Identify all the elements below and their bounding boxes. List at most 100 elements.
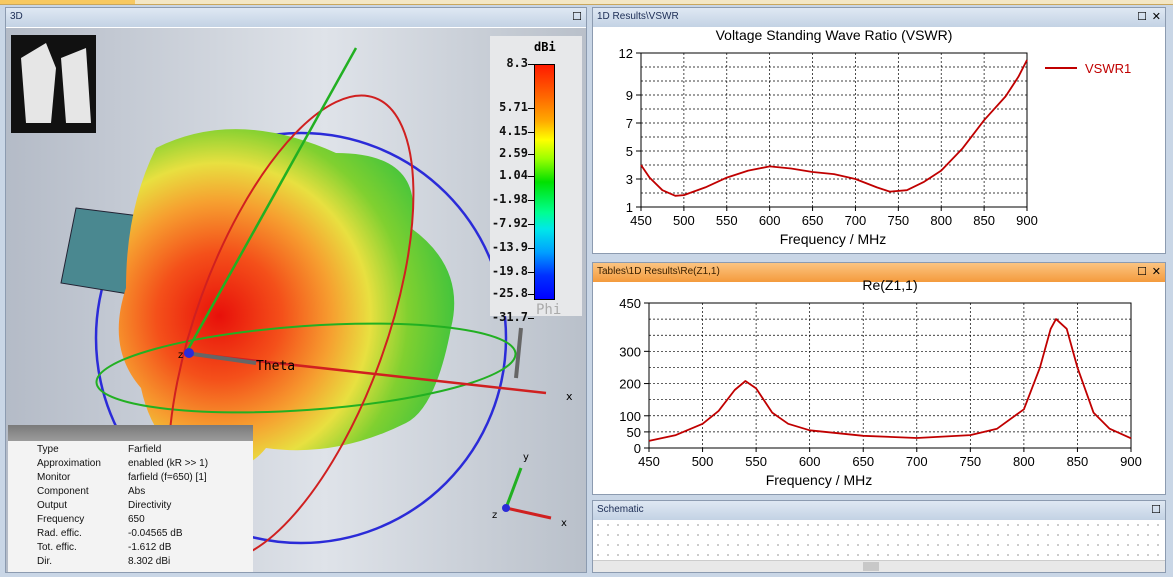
- panel-title: Schematic: [597, 504, 644, 515]
- info-value: farfield (f=650) [1]: [128, 472, 207, 483]
- x-tick-label: 600: [759, 213, 781, 228]
- info-key: Rad. effic.: [37, 528, 82, 539]
- radiation-pattern: [118, 129, 455, 469]
- y-tick-label: 50: [627, 425, 641, 440]
- info-value: 8.302 dBi: [128, 556, 171, 567]
- info-value: -1.612 dB: [128, 542, 172, 553]
- legend-tick: [528, 154, 534, 155]
- x-axis-label: Frequency / MHz: [780, 231, 887, 247]
- info-key: Frequency: [37, 514, 85, 525]
- scrollbar-thumb[interactable]: [863, 562, 879, 571]
- active-tab[interactable]: [0, 0, 135, 4]
- panel-schematic: Schematic ☐: [592, 500, 1166, 573]
- x-tick-label: 650: [802, 213, 824, 228]
- y-tick-label: 0: [634, 441, 641, 456]
- triad-y-label: y: [523, 452, 529, 463]
- legend-tick: [528, 224, 534, 225]
- y-tick-label: 3: [626, 172, 633, 187]
- x-tick-label: 450: [630, 213, 652, 228]
- horizontal-scrollbar[interactable]: [593, 560, 1165, 572]
- color-scale-bar: [534, 64, 555, 300]
- y-tick-label: 5: [626, 144, 633, 159]
- vswr-chart: 450 500 550 600 650 700 750 800 850 900 1 3 5 7 9 12 Vol…: [619, 27, 1132, 247]
- series-line: [640, 59, 1028, 197]
- info-row: Tot. effic. -1.612 dB: [8, 541, 253, 555]
- rez-chart: 450 500 550 600 650 700 750 800 850 900 050100 200 3…: [619, 277, 1142, 488]
- legend-label: VSWR1: [1085, 61, 1131, 76]
- maximize-icon[interactable]: ☐: [572, 11, 582, 23]
- legend-unit: dBi: [534, 40, 556, 54]
- triad-y-icon: [504, 467, 523, 509]
- info-key: Output: [37, 500, 68, 511]
- panel-3d-header: 3D ☐: [6, 8, 586, 27]
- info-key: Dir.: [37, 556, 52, 567]
- plot-frame: [648, 302, 1132, 449]
- info-row: Component Abs: [8, 485, 253, 499]
- panel-title: 3D: [10, 11, 23, 22]
- chart-title: Voltage Standing Wave Ratio (VSWR): [716, 27, 953, 43]
- phi-arrow: [514, 327, 523, 379]
- phi-label: Phi: [536, 302, 562, 318]
- x-tick-label: 500: [692, 454, 714, 469]
- triad-x-icon: [505, 506, 552, 520]
- info-row: Dir. 8.302 dBi: [8, 555, 253, 569]
- x-tick-label: 700: [906, 454, 928, 469]
- panel-rez: Tables\1D Results\Re(Z1,1) ☐ ✕ 450 500 550 6…: [592, 262, 1166, 495]
- legend-tick: [528, 294, 534, 295]
- panel-3d: 3D ☐ Theta z x y z x dBi 8.3 5.71 4.15 2.59…: [5, 7, 587, 573]
- legend-tick-label: 2.59: [499, 146, 528, 160]
- info-value: -0.04565 dB: [128, 528, 183, 539]
- y-tick-label: 9: [626, 88, 633, 103]
- legend-tick: [528, 132, 534, 133]
- info-value: Directivity: [128, 500, 172, 511]
- info-row: Monitor farfield (f=650) [1]: [8, 471, 253, 485]
- y-tick-label: 12: [619, 46, 633, 61]
- legend-tick-label: 5.71: [499, 100, 528, 114]
- x-tick-label: 500: [673, 213, 695, 228]
- legend-tick: [528, 64, 534, 65]
- theta-label: Theta: [256, 359, 295, 374]
- x-tick-label: 850: [973, 213, 995, 228]
- legend-tick: [528, 176, 534, 177]
- y-tick-label: 300: [619, 344, 641, 359]
- maximize-icon[interactable]: ☐: [1151, 504, 1161, 516]
- info-box: Type Farfield Approximation enabled (kR >> …: [8, 425, 253, 572]
- legend-tick: [528, 318, 534, 319]
- z-label: z: [178, 350, 183, 361]
- info-row: Rad. effic. -0.04565 dB: [8, 527, 253, 541]
- info-key: Type: [37, 444, 59, 455]
- panel-schematic-header: Schematic ☐: [593, 501, 1165, 520]
- x-tick-label: 700: [845, 213, 867, 228]
- info-box-titlebar: [8, 425, 253, 441]
- legend-tick-label: -25.8: [491, 286, 528, 300]
- x-tick-label: 450: [638, 454, 660, 469]
- chart-title: Re(Z1,1): [862, 277, 917, 293]
- x-tick-label: 550: [745, 454, 767, 469]
- y-tick-label: 450: [619, 296, 641, 311]
- legend-tick-label: 4.15: [499, 124, 528, 138]
- info-key: Component: [37, 486, 89, 497]
- y-tick-label: 7: [626, 116, 633, 131]
- info-key: Monitor: [37, 472, 71, 483]
- legend-tick: [528, 248, 534, 249]
- triad-z-label: z: [492, 510, 497, 521]
- series-line: [648, 318, 1132, 442]
- info-value: Abs: [128, 486, 146, 497]
- triad-z-icon: [502, 504, 510, 512]
- legend-tick: [528, 200, 534, 201]
- info-row: Frequency 650: [8, 513, 253, 527]
- x-tick-label: 900: [1016, 213, 1038, 228]
- info-value: enabled (kR >> 1): [128, 458, 209, 469]
- x-tick-label: 750: [959, 454, 981, 469]
- y-tick-label: 100: [619, 409, 641, 424]
- legend-tick-label: 8.3: [506, 56, 528, 70]
- x-tick-label: 650: [852, 454, 874, 469]
- legend-tick-label: -31.7: [491, 310, 528, 324]
- info-key: Approximation: [37, 458, 101, 469]
- info-key: Tot. effic.: [37, 542, 77, 553]
- plot-frame: [640, 52, 1028, 208]
- x-tick-label: 850: [1067, 454, 1089, 469]
- farfield-3d-view[interactable]: Theta z x y z x dBi 8.3 5.71 4.15 2.59 1.04 -…: [6, 28, 586, 572]
- x-label: x: [566, 390, 573, 403]
- color-legend: dBi 8.3 5.71 4.15 2.59 1.04 -1.98 -7.92 -13.9 -1…: [490, 36, 582, 324]
